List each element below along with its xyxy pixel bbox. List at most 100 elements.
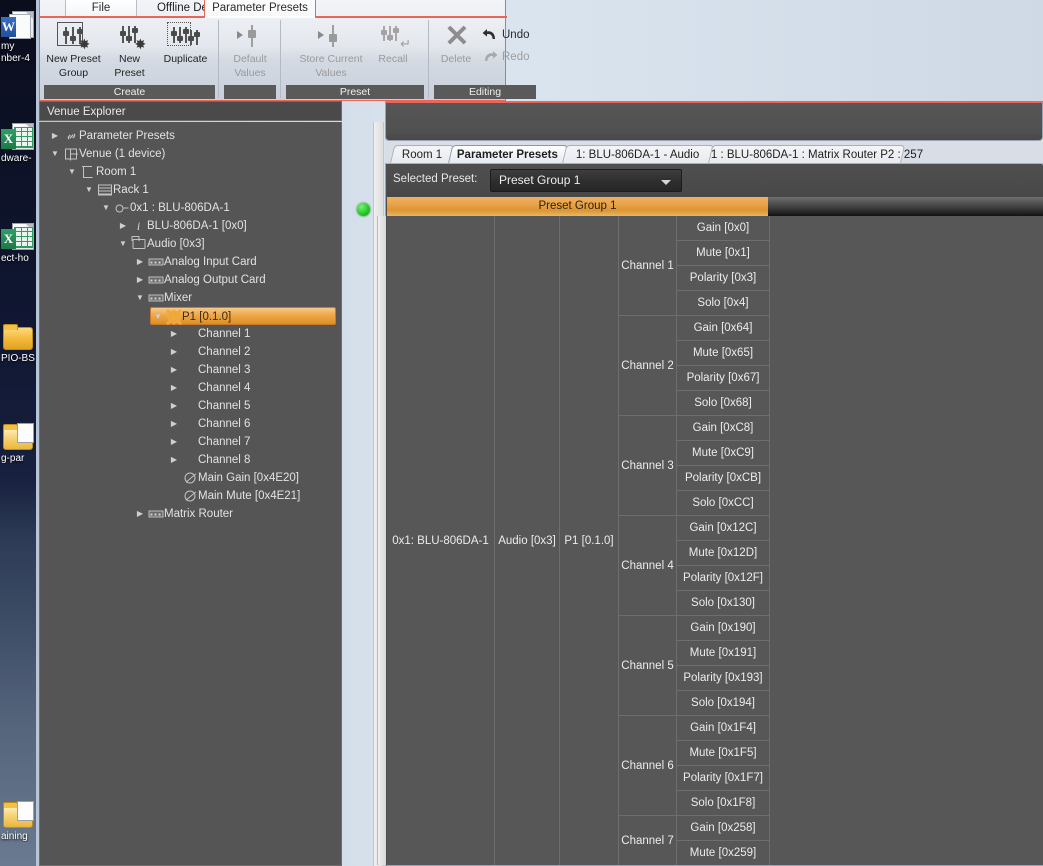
tree-item-rack-1[interactable]: ▼ Rack 1	[82, 181, 149, 199]
tree-item-analog-output-card[interactable]: ▶ Analog Output Card	[133, 271, 266, 289]
tree-twisty-collapsed-icon[interactable]: ▶	[133, 505, 147, 523]
tree-twisty-collapsed-icon[interactable]: ▶	[167, 361, 181, 379]
word-document-icon[interactable]: Wmy nber-4	[0, 10, 36, 64]
tree-item-blu-806da-1-0x0[interactable]: ▶ i BLU-806DA-1 [0x0]	[116, 217, 247, 235]
grid-cell-channel-3[interactable]: Channel 3	[619, 416, 677, 516]
selected-preset-dropdown[interactable]: Preset Group 1	[490, 169, 682, 192]
grid-cell-parameter-3-1[interactable]: Gain [0xC8]	[677, 416, 770, 441]
grid-cell-parameter-4-4[interactable]: Solo [0x130]	[677, 591, 770, 616]
tree-twisty-collapsed-icon[interactable]: ▶	[133, 271, 147, 289]
tree-twisty-expanded-icon[interactable]: ▼	[116, 235, 130, 253]
folder-icon[interactable]: PIO-BS	[0, 322, 36, 364]
tree-item-channel-4[interactable]: ▶ Channel 4	[167, 379, 251, 397]
grid-cell-parameter-5-2[interactable]: Mute [0x191]	[677, 641, 770, 666]
grid-cell-parameter-2-4[interactable]: Solo [0x68]	[677, 391, 770, 416]
new-preset-button[interactable]: ✸ New Preset	[102, 18, 158, 79]
grid-cell-channel-2[interactable]: Channel 2	[619, 316, 677, 416]
tree-item-analog-input-card[interactable]: ▶ Analog Input Card	[133, 253, 257, 271]
grid-cell-parameter-6-2[interactable]: Mute [0x1F5]	[677, 741, 770, 766]
tree-twisty-collapsed-icon[interactable]: ▶	[167, 397, 181, 415]
duplicate-button[interactable]: Duplicate	[158, 18, 214, 66]
tree-item-channel-2[interactable]: ▶ Channel 2	[167, 343, 251, 361]
tree-twisty-collapsed-icon[interactable]: ▶	[167, 433, 181, 451]
grid-cell-parameter-1-4[interactable]: Solo [0x4]	[677, 291, 770, 316]
parameter-grid[interactable]: 0x1: BLU-806DA-1 Audio [0x3] P1 [0.1.0] Cha…	[387, 216, 1043, 865]
tree-twisty-expanded-icon[interactable]: ▼	[151, 309, 165, 325]
tree-twisty-expanded-icon[interactable]: ▼	[65, 163, 79, 181]
grid-cell-channel-7[interactable]: Channel 7	[619, 816, 677, 865]
grid-cell-parameter-2-3[interactable]: Polarity [0x67]	[677, 366, 770, 391]
tree-twisty-expanded-icon[interactable]: ▼	[48, 145, 62, 163]
tree-item-main-mute-0x4e21[interactable]: Main Mute [0x4E21]	[167, 487, 300, 505]
grid-cell-parameter-5-4[interactable]: Solo [0x194]	[677, 691, 770, 716]
grid-cell-parameter-2-1[interactable]: Gain [0x64]	[677, 316, 770, 341]
tree-twisty-expanded-icon[interactable]: ▼	[99, 199, 113, 217]
grid-cell-parameter-1-3[interactable]: Polarity [0x3]	[677, 266, 770, 291]
tree-twisty-collapsed-icon[interactable]: ▶	[167, 325, 181, 343]
new-preset-group-button[interactable]: ✸ New Preset Group	[46, 18, 102, 79]
folder-open-icon[interactable]: g-par	[0, 422, 36, 464]
tree-item-main-gain-0x4e20[interactable]: Main Gain [0x4E20]	[167, 469, 299, 487]
grid-cell-parameter-5-3[interactable]: Polarity [0x193]	[677, 666, 770, 691]
tree-item-channel-1[interactable]: ▶ Channel 1	[167, 325, 251, 343]
tree-item-channel-6[interactable]: ▶ Channel 6	[167, 415, 251, 433]
grid-vertical-scrollbar[interactable]	[377, 216, 386, 865]
venue-explorer-tree[interactable]: ▶ Parameter Presets ▼ Venue (1 device) ▼ Room…	[39, 122, 342, 866]
tree-twisty-collapsed-icon[interactable]: ▶	[167, 451, 181, 469]
grid-cell-parameter-3-3[interactable]: Polarity [0xCB]	[677, 466, 770, 491]
tree-twisty-expanded-icon[interactable]: ▼	[133, 289, 147, 307]
tree-item-matrix-router[interactable]: ▶ Matrix Router	[133, 505, 233, 523]
grid-cell-parameter-2-2[interactable]: Mute [0x65]	[677, 341, 770, 366]
grid-cell-object[interactable]: Audio [0x3]	[495, 216, 560, 865]
tree-twisty-collapsed-icon[interactable]: ▶	[167, 343, 181, 361]
tree-item-mixer[interactable]: ▼ Mixer	[133, 289, 192, 307]
ribbon-tab-parameter-presets[interactable]: Parameter Presets	[204, 0, 316, 17]
grid-cell-parameter-4-2[interactable]: Mute [0x12D]	[677, 541, 770, 566]
grid-cell-parameter-6-3[interactable]: Polarity [0x1F7]	[677, 766, 770, 791]
tree-item-room-1[interactable]: ▼ Room 1	[65, 163, 136, 181]
grid-cell-parameter-6-4[interactable]: Solo [0x1F8]	[677, 791, 770, 816]
tree-item-channel-7[interactable]: ▶ Channel 7	[167, 433, 251, 451]
default-values-button[interactable]: Default Values	[222, 18, 278, 79]
tree-item-audio-0x3[interactable]: ▼ Audio [0x3]	[116, 235, 205, 253]
grid-cell-parameter-4-1[interactable]: Gain [0x12C]	[677, 516, 770, 541]
grid-cell-channel-5[interactable]: Channel 5	[619, 616, 677, 716]
grid-cell-parameter-7-2[interactable]: Mute [0x259]	[677, 841, 770, 865]
grid-cell-parameter-6-1[interactable]: Gain [0x1F4]	[677, 716, 770, 741]
recall-button[interactable]: ↵ Recall	[369, 18, 417, 66]
tree-item-channel-8[interactable]: ▶ Channel 8	[167, 451, 251, 469]
folder-training-icon[interactable]: aining	[0, 800, 36, 842]
grid-cell-channel-6[interactable]: Channel 6	[619, 716, 677, 816]
ribbon-tab-file[interactable]: File	[65, 0, 137, 17]
document-tab-parameter-presets[interactable]: Parameter Presets	[447, 145, 569, 164]
tree-twisty-collapsed-icon[interactable]: ▶	[167, 415, 181, 433]
document-tab-1-blu-806da-1-audio[interactable]: 1: BLU-806DA-1 - Audio	[561, 145, 715, 164]
excel-document-icon[interactable]: Xdware-	[0, 122, 36, 164]
grid-cell-parameter-7-1[interactable]: Gain [0x258]	[677, 816, 770, 841]
tree-item-channel-5[interactable]: ▶ Channel 5	[167, 397, 251, 415]
tree-twisty-collapsed-icon[interactable]: ▶	[48, 127, 62, 145]
tree-item-channel-3[interactable]: ▶ Channel 3	[167, 361, 251, 379]
grid-cell-block[interactable]: P1 [0.1.0]	[560, 216, 619, 865]
excel-document-icon-2[interactable]: Xect-ho	[0, 222, 36, 264]
tree-item-p1-0-1-0[interactable]: ▼ P1 [0.1.0]	[150, 307, 336, 325]
tree-item-parameter-presets[interactable]: ▶ Parameter Presets	[48, 127, 175, 145]
grid-cell-parameter-1-2[interactable]: Mute [0x1]	[677, 241, 770, 266]
grid-cell-parameter-3-4[interactable]: Solo [0xCC]	[677, 491, 770, 516]
tree-twisty-collapsed-icon[interactable]: ▶	[167, 379, 181, 397]
grid-cell-parameter-4-3[interactable]: Polarity [0x12F]	[677, 566, 770, 591]
tree-twisty-collapsed-icon[interactable]: ▶	[116, 217, 130, 235]
tree-twisty-expanded-icon[interactable]: ▼	[82, 181, 96, 199]
tree-item-0x1-blu-806da-1[interactable]: ▼ 0x1 : BLU-806DA-1	[99, 199, 230, 217]
store-current-values-button[interactable]: Store Current Values	[293, 18, 369, 79]
document-tab-room-1[interactable]: Room 1	[389, 145, 455, 164]
document-tab-1-blu-806da-1-matrix-router-p2-257[interactable]: 1 : BLU-806DA-1 : Matrix Router P2 : 257	[707, 145, 923, 164]
tree-twisty-collapsed-icon[interactable]: ▶	[133, 253, 147, 271]
delete-button[interactable]: ✕ Delete	[432, 18, 480, 66]
grid-cell-parameter-5-1[interactable]: Gain [0x190]	[677, 616, 770, 641]
tree-item-venue-1-device[interactable]: ▼ Venue (1 device)	[48, 145, 165, 163]
grid-cell-parameter-3-2[interactable]: Mute [0xC9]	[677, 441, 770, 466]
grid-cell-channel-1[interactable]: Channel 1	[619, 216, 677, 316]
grid-cell-channel-4[interactable]: Channel 4	[619, 516, 677, 616]
grid-cell-parameter-1-1[interactable]: Gain [0x0]	[677, 216, 770, 241]
